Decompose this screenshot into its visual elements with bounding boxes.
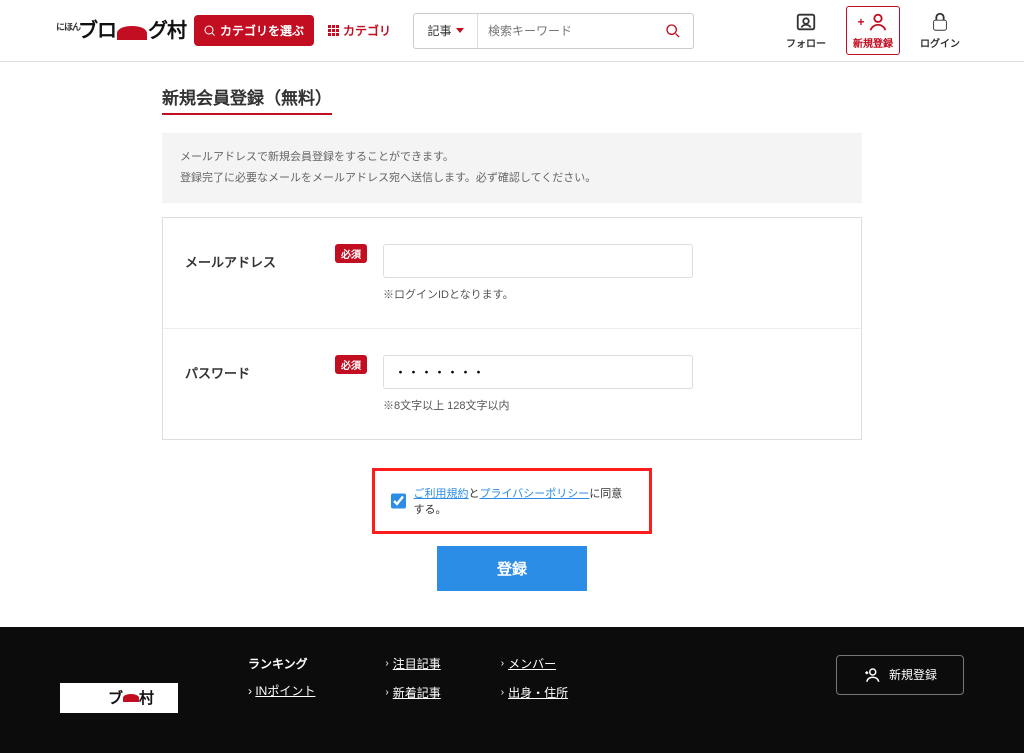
plus-icon: + (857, 15, 864, 29)
user-icon (867, 11, 889, 33)
privacy-link[interactable]: プライバシーポリシー (480, 488, 590, 500)
page-title: 新規会員登録（無料） (162, 84, 332, 115)
footer-signup-button[interactable]: 新規登録 (836, 655, 964, 695)
user-plus-icon (863, 666, 881, 684)
footer-ranking-heading: ランキング (248, 655, 315, 672)
required-badge: 必須 (335, 355, 367, 374)
signup-form: メールアドレス 必須 ※ログインIDとなります。 パスワード 必須 ※8文字以上… (162, 217, 862, 440)
required-badge: 必須 (335, 244, 367, 263)
follow-button[interactable]: フォロー (778, 9, 834, 52)
search-bar: 記事 (413, 13, 694, 49)
email-hint: ※ログインIDとなります。 (383, 286, 839, 302)
login-label: ログイン (920, 35, 960, 50)
logo-text-left: ブロ (78, 21, 116, 41)
magnifier-icon (204, 25, 216, 37)
search-scope-select[interactable]: 記事 (414, 14, 478, 48)
choose-category-label: カテゴリを選ぶ (220, 22, 304, 39)
agree-terms-box: ご利用規約とプライバシーポリシーに同意する。 (372, 468, 652, 534)
search-submit-button[interactable] (653, 14, 693, 48)
notice-line-2: 登録完了に必要なメールをメールアドレス宛へ送信します。必ず確認してください。 (180, 168, 844, 189)
chevron-right-icon: › (385, 658, 388, 669)
follow-label: フォロー (786, 35, 826, 50)
lock-icon (929, 11, 951, 33)
logo-text-right: グ村 (148, 21, 186, 41)
login-button[interactable]: ログイン (912, 9, 968, 52)
search-scope-value: 記事 (428, 22, 452, 39)
signup-button[interactable]: + 新規登録 (846, 6, 900, 55)
footer-link-place[interactable]: 出身・住所 (508, 684, 568, 701)
magnifier-icon (665, 23, 681, 39)
chevron-right-icon: › (501, 658, 504, 669)
email-field[interactable] (383, 244, 693, 278)
footer-link-featured[interactable]: 注目記事 (393, 655, 441, 672)
submit-button[interactable]: 登録 (437, 546, 587, 591)
notice-box: メールアドレスで新規会員登録をすることができます。 登録完了に必要なメールをメー… (162, 133, 862, 203)
footer-link-members[interactable]: メンバー (508, 655, 556, 672)
terms-link[interactable]: ご利用規約 (414, 488, 469, 500)
signup-label: 新規登録 (853, 35, 893, 50)
agree-text: ご利用規約とプライバシーポリシーに同意する。 (414, 485, 633, 517)
site-logo[interactable]: にほん ブロ グ村 (56, 21, 186, 41)
category-link[interactable]: カテゴリ (322, 22, 397, 39)
email-label: メールアドレス (185, 252, 276, 271)
caret-down-icon (456, 28, 464, 33)
agree-checkbox[interactable] (391, 493, 406, 509)
password-hint: ※8文字以上 128文字以内 (383, 397, 839, 413)
password-label: パスワード (185, 363, 250, 382)
logo-arc-icon (123, 694, 139, 702)
grid-icon (328, 25, 339, 36)
password-field[interactable] (383, 355, 693, 389)
chevron-right-icon: › (501, 687, 504, 698)
footer-link-new[interactable]: 新着記事 (393, 684, 441, 701)
footer-signup-label: 新規登録 (889, 666, 937, 683)
footer-link-inpoint[interactable]: INポイント (255, 684, 315, 698)
category-link-label: カテゴリ (343, 22, 391, 39)
chevron-right-icon: › (248, 684, 252, 698)
chevron-right-icon: › (385, 687, 388, 698)
search-input[interactable] (478, 14, 653, 48)
choose-category-button[interactable]: カテゴリを選ぶ (194, 15, 314, 46)
notice-line-1: メールアドレスで新規会員登録をすることができます。 (180, 147, 844, 168)
user-card-icon (795, 11, 817, 33)
logo-arc-icon (117, 26, 147, 40)
footer-logo[interactable]: にほん ブ 村 (60, 683, 178, 713)
logo-subtext: にほん (56, 23, 80, 32)
